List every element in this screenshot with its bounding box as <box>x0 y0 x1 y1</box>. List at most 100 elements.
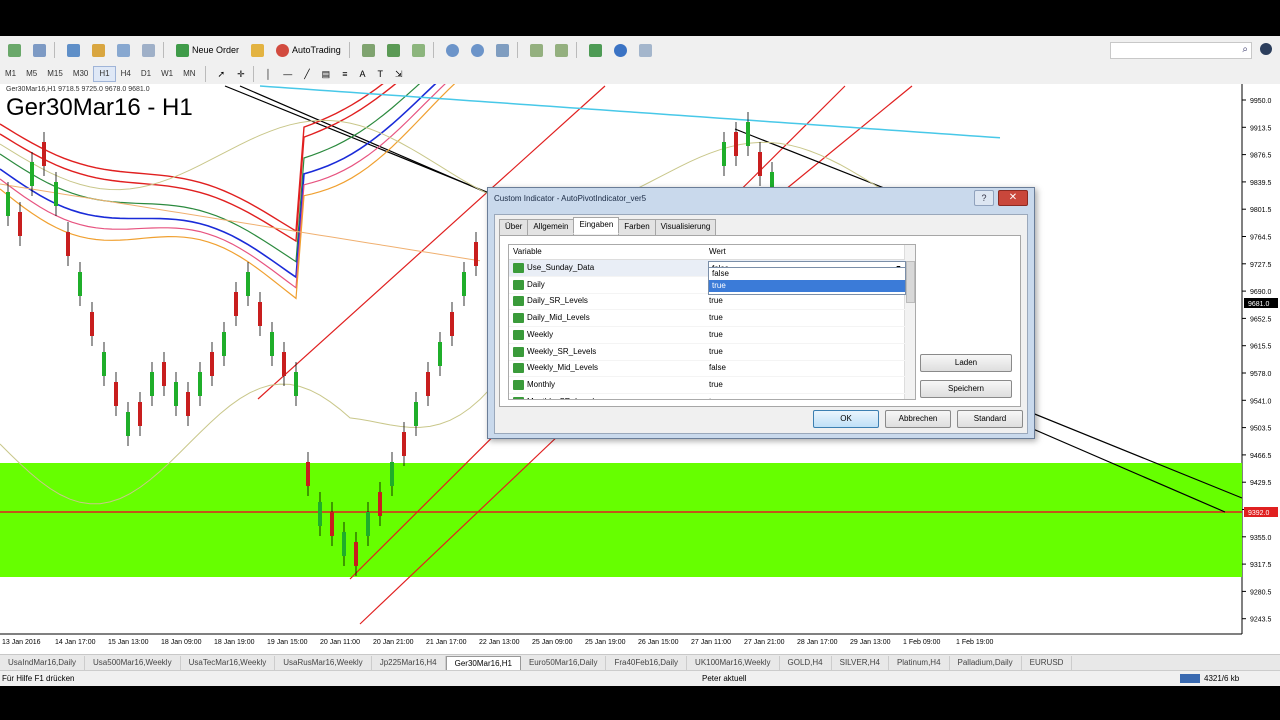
param-value[interactable]: true <box>709 327 723 343</box>
autoscroll-button[interactable] <box>526 40 547 60</box>
chart-tab[interactable]: EURUSD <box>1022 656 1073 670</box>
param-row[interactable]: Weekly true <box>509 327 905 344</box>
crosshair-tool[interactable]: ✛ <box>233 64 249 84</box>
periods-button[interactable] <box>610 40 631 60</box>
navigator-button[interactable] <box>88 40 109 60</box>
param-value[interactable]: true <box>709 310 723 326</box>
timeframe-h4[interactable]: H4 <box>116 67 136 81</box>
horizontal-line-tool[interactable]: — <box>279 64 296 84</box>
terminal-button[interactable] <box>113 40 134 60</box>
timeframe-m1[interactable]: M1 <box>0 67 21 81</box>
chart-tab[interactable]: Jp225Mar16,H4 <box>372 656 446 670</box>
dropdown-option[interactable]: true <box>709 280 905 292</box>
param-row[interactable]: Daily_Mid_Levels true <box>509 310 905 328</box>
search-icon[interactable]: ⌕ <box>1242 44 1248 55</box>
table-header: Variable Wert <box>509 245 915 260</box>
tile-windows-button[interactable] <box>492 40 513 60</box>
param-row[interactable]: Weekly_Mid_Levels false <box>509 360 905 378</box>
zoom-in-button[interactable] <box>442 40 463 60</box>
toolbar-divider <box>54 42 55 58</box>
param-value[interactable]: true <box>709 394 723 399</box>
line-chart-button[interactable] <box>408 40 429 60</box>
vertical-line-tool[interactable]: │ <box>262 64 276 84</box>
new-order-button[interactable]: Neue Order <box>172 40 243 60</box>
account-icon[interactable] <box>1260 43 1272 55</box>
tab-farben[interactable]: Farben <box>618 219 656 236</box>
candle-body <box>30 162 34 186</box>
indicators-button[interactable] <box>585 40 606 60</box>
param-value[interactable]: true <box>709 344 723 360</box>
candle-body <box>78 272 82 296</box>
ok-button[interactable]: OK <box>813 410 879 428</box>
channel-tool[interactable]: ▤ <box>318 64 335 84</box>
timeframe-w1[interactable]: W1 <box>156 67 178 81</box>
tab-uber[interactable]: Über <box>499 219 529 236</box>
time-label: 1 Feb 19:00 <box>956 639 993 646</box>
trendline-tool[interactable]: ╱ <box>300 64 313 84</box>
zoom-out-button[interactable] <box>467 40 488 60</box>
timeframe-m30[interactable]: M30 <box>68 67 94 81</box>
arrows-tool[interactable]: ⇲ <box>391 64 407 84</box>
status-profile: Peter aktuell <box>702 674 747 683</box>
default-button[interactable]: Standard <box>957 410 1023 428</box>
timeframe-m15[interactable]: M15 <box>42 67 68 81</box>
param-row[interactable]: Daily_SR_Levels true <box>509 293 905 311</box>
timeframe-mn[interactable]: MN <box>178 67 200 81</box>
market-watch-button[interactable] <box>63 40 84 60</box>
dialog-help-button[interactable]: ? <box>974 190 994 206</box>
timeframe-d1[interactable]: D1 <box>136 67 156 81</box>
param-value[interactable]: true <box>709 377 723 393</box>
candle-body <box>42 142 46 166</box>
chart-tab[interactable]: Palladium,Daily <box>950 656 1022 670</box>
new-order-icon <box>176 43 189 57</box>
fibonacci-tool[interactable]: ≡ <box>338 64 351 84</box>
parameter-icon <box>513 329 524 340</box>
candle-body <box>258 302 262 326</box>
dialog-close-button[interactable]: ✕ <box>998 190 1028 206</box>
metaeditor-button[interactable] <box>247 40 268 60</box>
candlestick-button[interactable] <box>383 40 404 60</box>
chart-tab[interactable]: UsaTecMar16,Weekly <box>181 656 276 670</box>
chart-tab[interactable]: Fra40Feb16,Daily <box>606 656 688 670</box>
timeframe-h1[interactable]: H1 <box>93 66 116 82</box>
cancel-button[interactable]: Abbrechen <box>885 410 951 428</box>
search-input[interactable]: ⌕ <box>1110 42 1252 59</box>
chart-shift-button[interactable] <box>551 40 572 60</box>
chart-tab[interactable]: Euro50Mar16,Daily <box>521 656 607 670</box>
param-row[interactable]: Monthly true <box>509 377 905 394</box>
profiles-button[interactable] <box>29 40 50 60</box>
label-tool[interactable]: T <box>373 64 387 84</box>
text-tool[interactable]: A <box>355 64 369 84</box>
tester-button[interactable] <box>138 40 159 60</box>
candle-body <box>318 502 322 526</box>
chart-tab[interactable]: Usa500Mar16,Weekly <box>85 656 181 670</box>
chart-tab[interactable]: UsaRusMar16,Weekly <box>275 656 372 670</box>
dropdown-option[interactable]: false <box>709 268 905 280</box>
param-row[interactable]: Weekly_SR_Levels true <box>509 344 905 361</box>
chart-tab[interactable]: GOLD,H4 <box>780 656 832 670</box>
param-value[interactable]: true <box>709 293 723 309</box>
inputs-panel: Variable Wert Use_Sunday_Datafalse▼Daily… <box>499 235 1021 407</box>
new-chart-button[interactable] <box>4 40 25 60</box>
cursor-tool[interactable]: ➚ <box>214 64 230 84</box>
tab-visualisierung[interactable]: Visualisierung <box>654 219 717 236</box>
param-value[interactable]: false <box>709 360 726 376</box>
scrollbar-thumb[interactable] <box>906 261 915 303</box>
chart-tab[interactable]: UK100Mar16,Weekly <box>687 656 780 670</box>
chart-tab[interactable]: UsaIndMar16,Daily <box>0 656 86 670</box>
tab-allgemein[interactable]: Allgemein <box>527 219 575 236</box>
templates-button[interactable] <box>635 40 656 60</box>
load-button[interactable]: Laden <box>920 354 1012 372</box>
bar-chart-button[interactable] <box>358 40 379 60</box>
param-row[interactable]: Monthly_SR_Levels true <box>509 394 905 399</box>
chart-tab[interactable]: Platinum,H4 <box>889 656 950 670</box>
chart-tab[interactable]: SILVER,H4 <box>832 656 889 670</box>
value-dropdown-list[interactable]: false true <box>708 267 906 295</box>
tab-eingaben[interactable]: Eingaben <box>573 217 620 234</box>
chart-tab[interactable]: Ger30Mar16,H1 <box>445 655 521 671</box>
chart-title: Ger30Mar16 - H1 <box>6 94 193 121</box>
time-label: 21 Jan 17:00 <box>426 639 467 646</box>
timeframe-m5[interactable]: M5 <box>21 67 42 81</box>
save-button[interactable]: Speichern <box>920 380 1012 398</box>
auto-trading-button[interactable]: AutoTrading <box>272 40 345 60</box>
